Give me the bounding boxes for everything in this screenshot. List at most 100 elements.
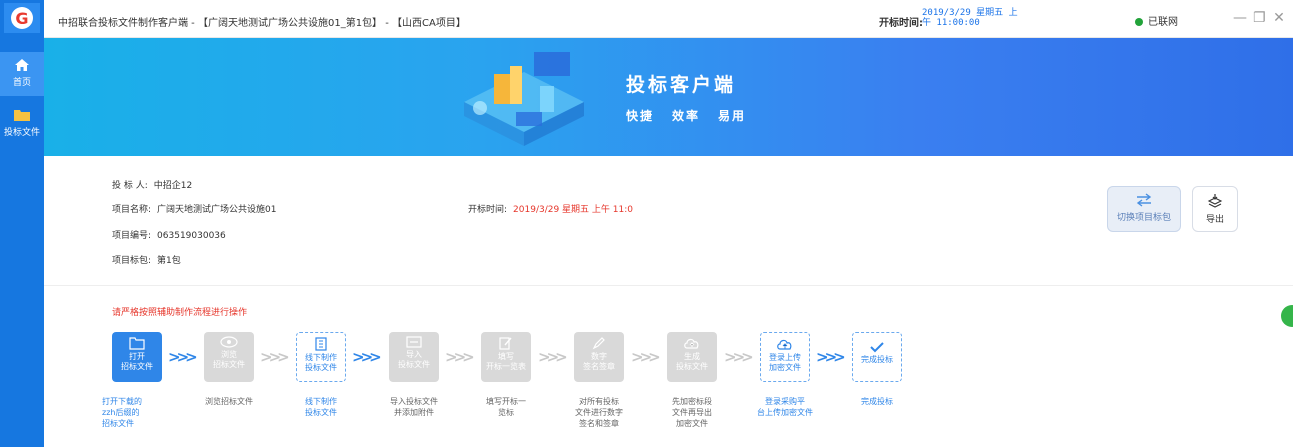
sidebar-item-bid-files[interactable]: 投标文件 — [0, 104, 44, 148]
check-icon — [870, 342, 884, 353]
step-label: 投标文件 — [305, 363, 337, 372]
network-status: 已联网 — [1135, 13, 1178, 28]
step-label: 加密文件 — [769, 363, 801, 372]
chevron-right-icon: >>> — [724, 348, 754, 366]
window-title: 中招联合投标文件制作客户端 - 【广阔天地测试广场公共设施01_第1包】 - 【… — [58, 18, 466, 29]
chevron-right-icon: >>> — [352, 348, 382, 366]
step-complete-bid[interactable]: 完成投标 — [852, 332, 902, 382]
step-desc: 打开下载的 zzh后缀的 招标文件 — [102, 397, 142, 428]
project-name-value: 广阔天地测试广场公共设施01 — [157, 205, 277, 215]
step-label: 数字 — [591, 352, 607, 361]
step-offline-make-bid[interactable]: 线下制作 投标文件 — [296, 332, 346, 382]
project-code-value: 063519030036 — [157, 231, 226, 241]
project-package-value: 第1包 — [157, 256, 181, 266]
app-logo: G — [4, 3, 40, 33]
network-status-text: 已联网 — [1148, 17, 1178, 28]
step-digital-signature[interactable]: 数字 签名签章 — [574, 332, 624, 382]
project-name-row: 项目名称: 广阔天地测试广场公共设施01 — [112, 202, 277, 215]
banner-tag: 易用 — [718, 109, 747, 123]
step-label: 导入 — [406, 350, 422, 359]
step-label: 线下制作 — [305, 353, 337, 362]
step-desc: 登录采购平 台上传加密文件 — [757, 397, 813, 417]
bidder-label: 投 标 人: — [112, 181, 148, 191]
step-label: 招标文件 — [213, 360, 245, 369]
pen-icon — [592, 337, 605, 350]
project-code-label: 项目编号: — [112, 231, 152, 241]
step-label: 招标文件 — [121, 362, 153, 371]
chevron-right-icon: >>> — [260, 348, 290, 366]
switch-package-button[interactable]: 切换项目标包 — [1107, 186, 1181, 232]
app-window: G 首页 投标文件 中招联合投标文件制作客户端 - 【广阔天地测试广场公共设施0… — [0, 0, 1293, 447]
open-time-label: 开标时间: — [468, 205, 508, 215]
chevron-right-icon: >>> — [631, 348, 661, 366]
open-time-label: 开标时间: — [879, 18, 923, 29]
step-label: 完成投标 — [861, 355, 893, 364]
status-dot-icon — [1135, 18, 1143, 26]
step-label: 投标文件 — [676, 362, 708, 371]
step-label: 开标一览表 — [486, 362, 526, 371]
window-controls: — ❐ ✕ — [1233, 10, 1285, 26]
document-icon — [315, 337, 327, 351]
step-import-bid-file[interactable]: 导入 投标文件 — [389, 332, 439, 382]
banner-tags: 快捷 效率 易用 — [626, 107, 746, 124]
step-desc: 完成投标 — [861, 397, 893, 406]
project-package-label: 项目标包: — [112, 256, 152, 266]
project-code-row: 项目编号: 063519030036 — [112, 228, 226, 241]
step-login-upload[interactable]: 登录上传 加密文件 — [760, 332, 810, 382]
bidder-row: 投 标 人: 中招企12 — [112, 178, 192, 191]
sidebar-item-label: 投标文件 — [3, 128, 40, 138]
chevron-right-icon: >>> — [168, 348, 198, 366]
upload-icon — [777, 339, 792, 350]
export-button[interactable]: 导出 — [1192, 186, 1238, 232]
import-icon — [406, 336, 422, 348]
banner-illustration — [464, 52, 584, 146]
bidder-value: 中招企12 — [153, 181, 193, 191]
step-desc: 先加密标段 文件再导出 加密文件 — [672, 397, 712, 428]
step-desc: 线下制作 投标文件 — [305, 397, 337, 417]
step-label: 浏览 — [221, 350, 237, 359]
close-button[interactable]: ✕ — [1273, 10, 1285, 26]
banner-tag: 效率 — [672, 109, 701, 123]
project-package-row: 项目标包: 第1包 — [112, 253, 181, 266]
banner-tag: 快捷 — [626, 109, 655, 123]
sidebar-item-label: 首页 — [12, 78, 31, 88]
edit-icon — [499, 337, 512, 350]
step-open-tender-file[interactable]: 打开 招标文件 — [112, 332, 162, 382]
switch-arrows-icon — [1136, 193, 1152, 207]
step-label: 签名签章 — [583, 362, 615, 371]
folder-open-icon — [129, 337, 145, 350]
chevron-right-icon: >>> — [816, 348, 846, 366]
maximize-button[interactable]: ❐ — [1253, 10, 1266, 26]
step-generate-bid-file[interactable]: 生成 投标文件 — [667, 332, 717, 382]
process-flow: 请严格按照辅助制作流程进行操作 打开 招标文件 >>> 浏览 招标文件 >>> — [44, 286, 1293, 447]
banner: 投标客户端 快捷 效率 易用 — [44, 38, 1293, 156]
open-time-value: 2019/3/29 星期五 上午 11:0 — [513, 205, 633, 215]
minimize-button[interactable]: — — [1233, 10, 1247, 26]
chevron-right-icon: >>> — [538, 348, 568, 366]
sidebar: G 首页 投标文件 — [0, 0, 44, 447]
step-desc: 对所有投标 文件进行数字 签名和签章 — [575, 397, 623, 428]
home-icon — [15, 59, 29, 71]
step-browse-tender-file[interactable]: 浏览 招标文件 — [204, 332, 254, 382]
step-desc: 浏览招标文件 — [205, 397, 253, 406]
open-time-row: 开标时间: 2019/3/29 星期五 上午 11:0 — [468, 202, 633, 215]
chevron-right-icon: >>> — [445, 348, 475, 366]
folder-icon — [14, 110, 30, 121]
step-label: 生成 — [684, 352, 700, 361]
export-label: 导出 — [1205, 215, 1224, 225]
step-label: 登录上传 — [769, 353, 801, 362]
title-bar: 中招联合投标文件制作客户端 - 【广阔天地测试广场公共设施01_第1包】 - 【… — [44, 0, 1293, 38]
step-label: 打开 — [129, 352, 145, 361]
eye-icon — [220, 336, 238, 348]
banner-title: 投标客户端 — [626, 74, 737, 96]
switch-package-label: 切换项目标包 — [1116, 213, 1171, 223]
project-info: 投 标 人: 中招企12 项目名称: 广阔天地测试广场公共设施01 开标时间: 201… — [44, 156, 1293, 286]
step-label: 投标文件 — [398, 360, 430, 369]
sidebar-item-home[interactable]: 首页 — [0, 52, 44, 96]
step-fill-opening-table[interactable]: 填写 开标一览表 — [481, 332, 531, 382]
step-desc: 填写开标一 览标 — [486, 397, 526, 417]
layers-export-icon — [1207, 194, 1223, 208]
step-label: 填写 — [498, 352, 514, 361]
cloud-icon — [684, 338, 699, 349]
project-name-label: 项目名称: — [112, 205, 152, 215]
